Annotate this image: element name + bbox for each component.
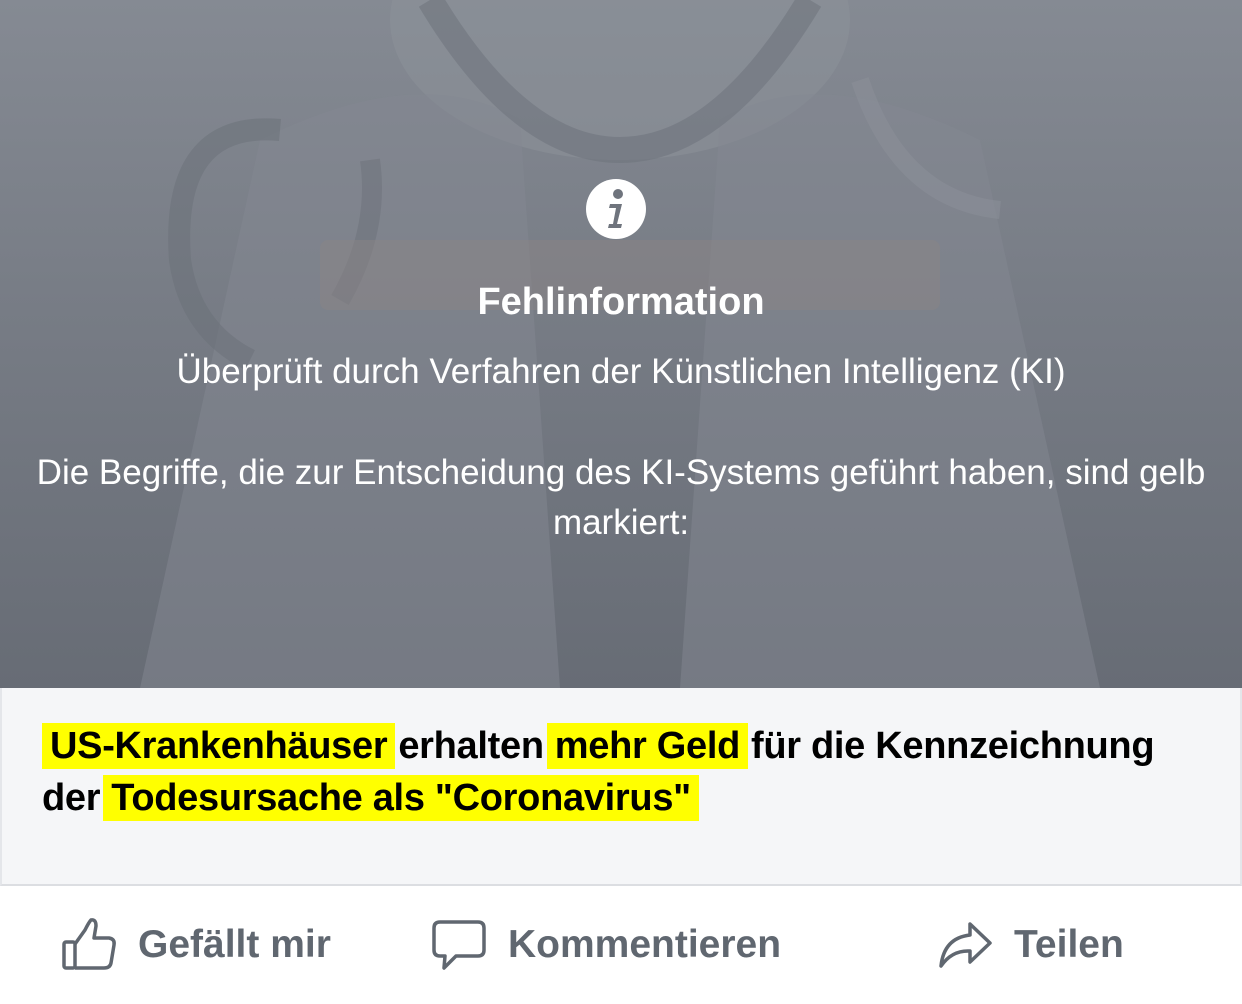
thumbs-up-icon	[62, 918, 116, 970]
warning-subtitle: Überprüft durch Verfahren der Künstliche…	[176, 352, 1066, 391]
share-arrow-icon	[939, 922, 992, 968]
highlighted-term: Todesursache als "Coronavirus"	[103, 775, 699, 821]
like-button[interactable]: Gefällt mir	[60, 886, 331, 1004]
action-bar: Gefällt mir Kommentieren Teilen	[0, 886, 1242, 1004]
share-button[interactable]: Teilen	[936, 886, 1124, 1004]
share-label: Teilen	[1014, 923, 1124, 966]
headline-text: US-Krankenhäuser erhalten mehr Geld für die…	[42, 720, 1202, 824]
comment-icon	[432, 920, 486, 970]
link-headline-card[interactable]: US-Krankenhäuser erhalten mehr Geld für die…	[0, 688, 1242, 886]
comment-button[interactable]: Kommentieren	[430, 886, 781, 1004]
highlighted-term: mehr Geld	[546, 723, 748, 769]
misinformation-overlay[interactable]: Fehlinformation Überprüft durch Verfahre…	[0, 0, 1242, 688]
warning-title: Fehlinformation	[477, 281, 765, 323]
comment-label: Kommentieren	[508, 923, 782, 966]
warning-explanation: Die Begriffe, die zur Entscheidung des K…	[36, 453, 1206, 542]
headline-segment: erhalten	[398, 725, 544, 767]
like-label: Gefällt mir	[138, 923, 331, 966]
highlighted-term: US-Krankenhäuser	[42, 723, 396, 769]
info-icon	[586, 179, 646, 239]
